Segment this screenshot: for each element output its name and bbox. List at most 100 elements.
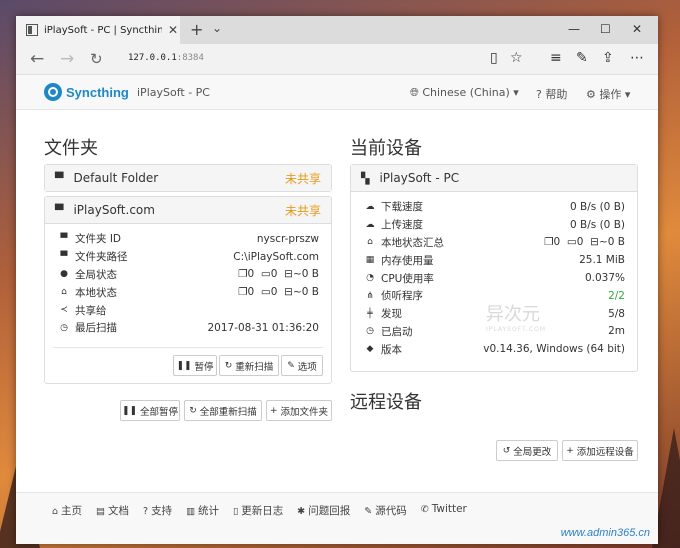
folder-name: Default Folder (73, 171, 159, 185)
rescan-all-button[interactable]: ↻ 全部重新扫描 (184, 400, 262, 421)
tab-bar: iPlaySoft - PC | Syncthin ✕ + ⌄ — ☐ ✕ (16, 16, 658, 44)
language-dropdown[interactable]: 🌐︎ Chinese (China) ▾ (410, 86, 519, 100)
pause-button[interactable]: ❚❚ 暂停 (173, 355, 217, 376)
question-icon: ? (536, 88, 542, 101)
main-content: 文件夹 ▀ Default Folder 未共享 ▀ iPlaySoft.com… (16, 110, 658, 492)
refresh-icon[interactable]: ↻ (90, 50, 103, 68)
plus-icon: + (269, 405, 278, 416)
help-menu[interactable]: ? 帮助 (536, 86, 567, 102)
hub-icon[interactable]: ≡ (550, 50, 562, 66)
folder-icon: ▀ (55, 203, 64, 217)
sitemap-icon: ⋔ (366, 290, 374, 301)
refresh-icon: ↻ (224, 360, 233, 371)
close-tab-icon[interactable]: ✕ (168, 23, 178, 37)
address-bar: ← → ↻ 127.0.0.1:8384 ▯ ☆ ≡ ✎ ⇪ ⋯ (16, 44, 658, 75)
footer-links: ⌂ 主页 ▤ 文档 ? 支持 ▥ 统计 ▯ 更新日志 ✱ 问题回报 ✎ 源代码 ✆ Twitte… (52, 503, 481, 518)
pause-all-button[interactable]: ❚❚ 全部暂停 (120, 400, 180, 421)
file-text-icon: ▯ (233, 506, 239, 517)
chevron-down-icon[interactable]: ⌄ (212, 21, 222, 35)
plus-icon: + (566, 445, 574, 456)
folder-open-icon: ▀ (60, 251, 68, 262)
footer: ⌂ 主页 ▤ 文档 ? 支持 ▥ 统计 ▯ 更新日志 ✱ 问题回报 ✎ 源代码 ✆ Twitte… (16, 492, 658, 544)
syncthing-logo-icon (44, 83, 62, 101)
footer-link-twitter[interactable]: ✆ Twitter (421, 503, 467, 518)
close-window-icon[interactable]: ✕ (632, 22, 642, 36)
footer-link-support[interactable]: ? 支持 (143, 503, 172, 518)
signpost-icon: ╪ (367, 308, 373, 319)
reading-view-icon[interactable]: ▯ (490, 50, 498, 66)
footer-link-bugs[interactable]: ✱ 问题回报 (297, 503, 350, 518)
footer-link-changelog[interactable]: ▯ 更新日志 (233, 503, 283, 518)
shared-with-row: ≺ 共享给 (57, 301, 319, 319)
maximize-icon[interactable]: ☐ (600, 22, 611, 36)
tachometer-icon: ◔ (366, 273, 374, 284)
site-watermark: www.admin365.cn (560, 527, 650, 539)
pause-icon: ❚❚ (121, 405, 138, 416)
iplaysoft-watermark: 异次元 IPLAYSOFT.COM (486, 304, 546, 333)
wrench-icon: ✎ (364, 506, 373, 517)
pencil-icon: ✎ (287, 360, 295, 371)
folder-panel-iplaysoft: ▀ iPlaySoft.com 未共享 ▀ 文件夹 ID nyscr-prszw ▀… (44, 196, 332, 384)
favorite-star-icon[interactable]: ☆ (510, 50, 523, 66)
web-note-icon[interactable]: ✎ (576, 50, 588, 66)
browser-window: iPlaySoft - PC | Syncthin ✕ + ⌄ — ☐ ✕ ← … (16, 16, 658, 544)
footer-link-stats[interactable]: ▥ 统计 (186, 503, 219, 518)
share-alt-icon: ≺ (60, 305, 68, 316)
hdd-icon: ⊟ (590, 236, 599, 249)
url-field[interactable]: 127.0.0.1:8384 (128, 53, 204, 63)
add-folder-button[interactable]: + 添加文件夹 (266, 400, 332, 421)
cloud-upload-icon: ☁ (365, 219, 375, 230)
last-scan-row: ◷ 最后扫描 2017-08-31 01:36:20 (57, 319, 319, 337)
twitter-icon: ✆ (420, 504, 429, 515)
share-icon[interactable]: ⇪ (602, 50, 614, 66)
local-state-row: ⌂ 本地状态 ❐0 ▭0 ⊟~0 B (57, 283, 319, 301)
footer-link-source[interactable]: ✎ 源代码 (364, 503, 406, 518)
folder-status-badge: 未共享 (284, 171, 321, 186)
global-changes-button[interactable]: ↺ 全局更改 (496, 440, 558, 461)
local-summary-row: ⌂ 本地状态汇总 ❐0 ▭0 ⊟~0 B (363, 234, 625, 252)
hdd-icon: ⊟ (284, 286, 293, 299)
folder-outline-icon: ▭ (260, 268, 271, 281)
add-remote-device-button[interactable]: + 添加远程设备 (562, 440, 638, 461)
syncthing-logo[interactable]: Syncthing (44, 83, 129, 101)
device-name: iPlaySoft - PC (137, 86, 210, 99)
folder-id-row: ▀ 文件夹 ID nyscr-prszw (57, 230, 319, 248)
this-device-heading: 当前设备 (350, 138, 422, 159)
device-header[interactable]: ▚ iPlaySoft - PC (351, 165, 637, 192)
clock-icon: ◷ (366, 326, 374, 337)
actions-menu[interactable]: ⚙ 操作 ▾ (586, 86, 630, 102)
new-tab-icon[interactable]: + (190, 20, 203, 39)
version-row: ◆ 版本 v0.14.36, Windows (64 bit) (363, 340, 625, 358)
cpu-usage-row: ◔ CPU使用率 0.037% (363, 269, 625, 287)
more-icon[interactable]: ⋯ (630, 50, 644, 66)
folder-header[interactable]: ▀ iPlaySoft.com 未共享 (45, 197, 331, 224)
browser-tab[interactable]: iPlaySoft - PC | Syncthin ✕ (16, 16, 180, 44)
footer-link-home[interactable]: ⌂ 主页 (52, 503, 82, 518)
device-details: ☁ 下载速度 0 B/s (0 B) ☁ 上传速度 0 B/s (0 B) ⌂ 本地状态汇… (351, 192, 637, 358)
back-icon[interactable]: ← (30, 49, 44, 69)
download-rate-row: ☁ 下载速度 0 B/s (0 B) (363, 198, 626, 216)
ram-usage-row: ▦ 内存使用量 25.1 MiB (363, 251, 625, 269)
home-icon: ⌂ (52, 506, 59, 517)
minimize-icon[interactable]: — (568, 22, 580, 36)
gear-icon: ⚙ (586, 88, 596, 101)
folder-details: ▀ 文件夹 ID nyscr-prszw ▀ 文件夹路径 C:\iPlaySoft.co… (45, 224, 331, 337)
device-name: iPlaySoft - PC (379, 171, 460, 185)
grid-icon: ▦ (365, 255, 375, 266)
upload-rate-row: ☁ 上传速度 0 B/s (0 B) (363, 216, 626, 234)
refresh-icon: ↻ (189, 405, 197, 416)
options-button[interactable]: ✎ 选项 (281, 355, 323, 376)
forward-icon[interactable]: → (60, 49, 74, 69)
rescan-button[interactable]: ↻ 重新扫描 (219, 355, 279, 376)
page-icon (26, 24, 38, 36)
clock-icon: ◷ (60, 322, 68, 333)
folder-panel-default[interactable]: ▀ Default Folder 未共享 (44, 164, 332, 192)
tab-title: iPlaySoft - PC | Syncthin (44, 24, 162, 36)
divider (53, 347, 323, 348)
globe-icon: ● (60, 269, 68, 280)
footer-link-docs[interactable]: ▤ 文档 (96, 503, 129, 518)
folder-outline-icon: ▭ (566, 236, 577, 249)
folder-open-icon: ▀ (60, 233, 68, 244)
bug-icon: ✱ (297, 506, 306, 517)
logo-text: Syncthing (66, 84, 129, 100)
